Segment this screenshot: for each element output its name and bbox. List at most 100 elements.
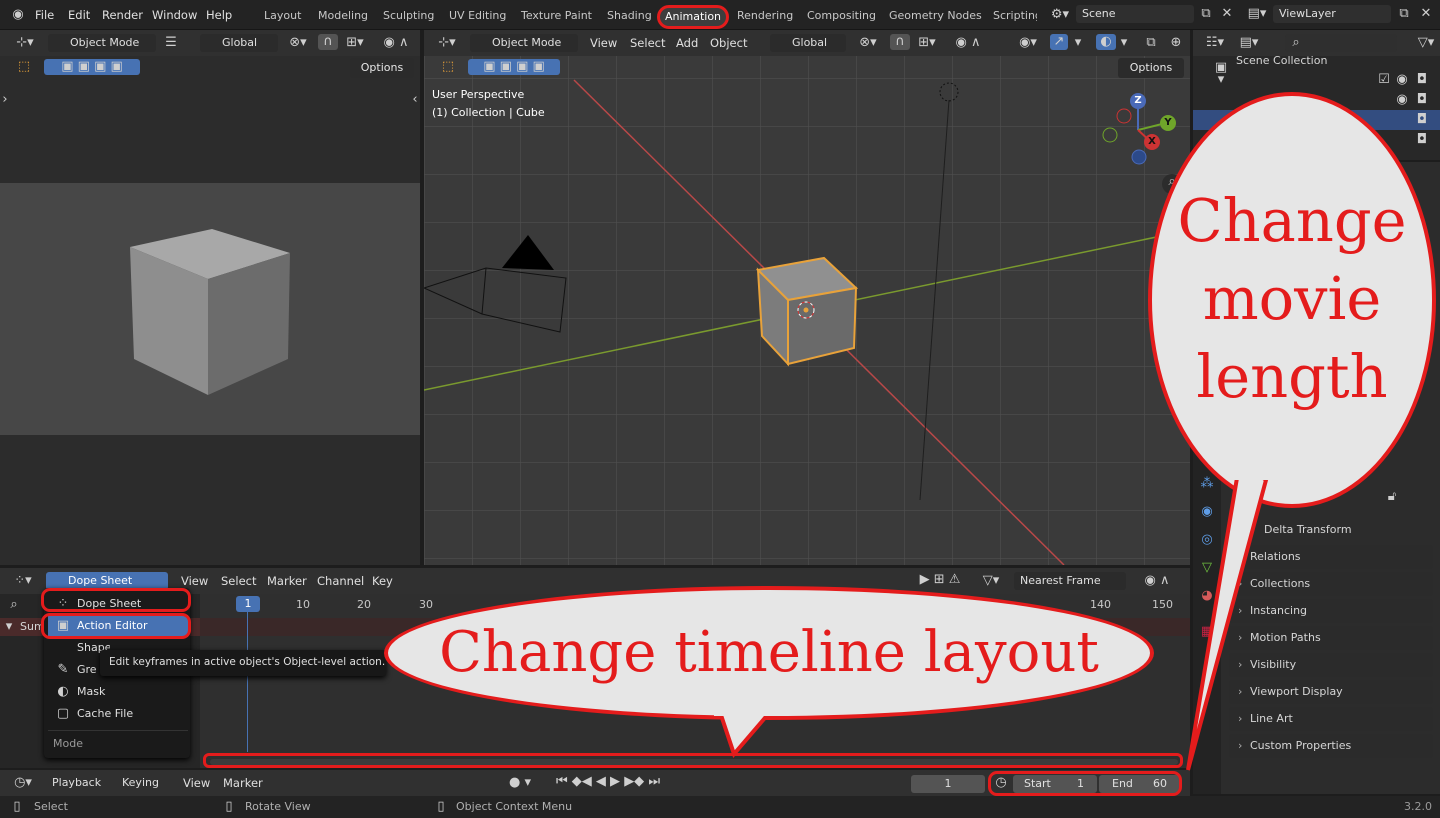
expand-toolbar-icon[interactable]: ›: [0, 92, 10, 108]
cube-render-preview: [130, 229, 290, 395]
channel-search-icon[interactable]: ⌕: [6, 597, 22, 613]
options-dropdown[interactable]: Options: [350, 58, 414, 78]
gizmo-x-axis[interactable]: X: [1144, 134, 1160, 150]
snap-mode-dropdown[interactable]: Nearest Frame: [1014, 572, 1126, 590]
dopesheet-filter-icons[interactable]: ▶ ⊞ ⚠: [912, 572, 968, 588]
timeline-menu-view[interactable]: View: [183, 775, 210, 791]
playhead-line: [247, 612, 248, 752]
hamburger-icon[interactable]: ☰: [162, 35, 180, 51]
tab-rendering[interactable]: Rendering: [737, 7, 793, 25]
tab-sculpting[interactable]: Sculpting: [383, 7, 434, 25]
dopesheet-editor-type-icon[interactable]: ⁘▾: [8, 573, 38, 589]
highlight-action-editor: [41, 613, 191, 639]
highlight-frame-range: [988, 771, 1182, 796]
callout-movie-tail: [1186, 450, 1272, 771]
dopesheet-menu-channel[interactable]: Channel: [317, 573, 364, 589]
tab-uv-editing[interactable]: UV Editing: [449, 7, 506, 25]
camera-render-icon[interactable]: ◘: [1415, 112, 1429, 128]
exclude-checkbox-icon[interactable]: ☑: [1377, 72, 1391, 88]
tab-scripting[interactable]: Scripting: [993, 7, 1037, 25]
dopesheet-menu-select[interactable]: Select: [221, 573, 256, 589]
tab-modeling[interactable]: Modeling: [318, 7, 368, 25]
callout-movie-line-1: Change: [1177, 186, 1407, 255]
tab-texture-paint[interactable]: Texture Paint: [521, 7, 592, 25]
playback-controls-icon[interactable]: ⏮ ◆◀ ◀ ▶ ▶◆ ⏭: [548, 774, 668, 790]
keying-dropdown[interactable]: Keying: [114, 774, 172, 792]
highlight-timeline-scrollbar: [203, 753, 1183, 768]
outliner-editor-type-icon[interactable]: ☷▾: [1201, 35, 1229, 51]
callout-movie-line-2: movie: [1202, 264, 1382, 333]
editor-type-icon[interactable]: ⊹▾: [10, 35, 40, 51]
scene-browse-icon[interactable]: ⚙▾: [1046, 7, 1074, 23]
select-box-icon[interactable]: ⬚: [14, 59, 34, 75]
gizmo-y-axis[interactable]: Y: [1160, 115, 1176, 131]
callout-timeline-tail: [714, 700, 776, 758]
action-editor-tooltip: Edit keyframes in active object's Object…: [100, 650, 386, 676]
menu-render[interactable]: Render: [102, 7, 143, 23]
tool-settings-row: ⬚ ▣ ▣ ▣ ▣ Options: [0, 56, 420, 80]
gizmo-z-axis[interactable]: Z: [1130, 93, 1146, 109]
timeline-menu-marker[interactable]: Marker: [223, 775, 263, 791]
object-mode-dropdown[interactable]: Object Mode: [48, 34, 156, 52]
menu-window[interactable]: Window: [152, 7, 197, 23]
menu-edit[interactable]: Edit: [68, 7, 90, 23]
outliner-row-collection[interactable]: ▾ ☑ ◉ ◘: [1193, 70, 1440, 90]
proportional-edit-icon[interactable]: ◉ ∧: [376, 35, 416, 51]
menu-file[interactable]: File: [35, 7, 54, 23]
camera-render-icon[interactable]: ◘: [1415, 132, 1429, 148]
camera-render-icon[interactable]: ◘: [1415, 72, 1429, 88]
snap-icon[interactable]: ∩: [318, 34, 338, 50]
outliner-search-icon: ⌕: [1292, 35, 1300, 50]
eye-icon[interactable]: ◉: [1395, 72, 1409, 88]
outliner-header: ☷▾ ▤▾ ⌕ ▽▾: [1193, 30, 1440, 56]
frame-tick-20: 20: [357, 598, 371, 611]
timeline-editor-type-icon[interactable]: ◷▾: [8, 775, 38, 791]
mask-icon: ◐: [57, 684, 69, 699]
dopesheet-menu-view[interactable]: View: [181, 573, 208, 589]
delete-scene-icon[interactable]: ✕: [1219, 6, 1235, 22]
status-select: Select: [34, 800, 68, 813]
camera-render-icon[interactable]: ◘: [1415, 92, 1429, 108]
dopesheet-menu-key[interactable]: Key: [372, 573, 393, 589]
dopesheet-funnel-icon[interactable]: ▽▾: [976, 573, 1006, 589]
blender-logo-icon[interactable]: ◉: [10, 7, 26, 23]
tab-compositing[interactable]: Compositing: [807, 7, 876, 25]
lock-icon[interactable]: 🔓︎: [1384, 489, 1400, 505]
menu-help[interactable]: Help: [206, 7, 232, 23]
mouse-left-icon: ▯: [13, 799, 21, 814]
snap-target-icon[interactable]: ⊞▾: [340, 35, 370, 51]
select-mode-icons[interactable]: ▣ ▣ ▣ ▣: [44, 59, 140, 75]
viewlayer-field[interactable]: ViewLayer: [1273, 5, 1391, 23]
3d-viewport[interactable]: ⊹▾ Object Mode View Select Add Object Gl…: [424, 30, 1190, 565]
camera-render-frame: [0, 183, 420, 435]
delete-viewlayer-icon[interactable]: ✕: [1418, 6, 1434, 22]
auto-keying-icon[interactable]: ● ▾: [502, 775, 538, 791]
expand-sidebar-icon[interactable]: ‹: [410, 92, 420, 108]
eye-icon[interactable]: ◉: [1395, 92, 1409, 108]
mouse-right-icon: ▯: [437, 799, 445, 814]
orientation-dropdown[interactable]: Global: [200, 34, 278, 52]
tab-animation[interactable]: Animation: [657, 5, 729, 29]
mode-menu-footer: Mode: [53, 737, 83, 750]
new-viewlayer-icon[interactable]: ⧉: [1395, 6, 1413, 22]
scene-field[interactable]: Scene: [1076, 5, 1194, 23]
new-scene-icon[interactable]: ⧉: [1197, 6, 1215, 22]
current-frame-field[interactable]: 1: [911, 775, 985, 793]
pivot-icon[interactable]: ⊗▾: [284, 35, 312, 51]
tab-geometry-nodes[interactable]: Geometry Nodes: [889, 7, 982, 25]
dopesheet-menu-marker[interactable]: Marker: [267, 573, 307, 589]
current-frame-indicator[interactable]: 1: [236, 596, 260, 612]
outliner-scene-collection[interactable]: Scene Collection: [1236, 54, 1327, 68]
highlight-dope-sheet: [41, 588, 191, 612]
outliner-filter-icon[interactable]: ▽▾: [1415, 35, 1437, 51]
status-bar: ▯ Select ▯ Rotate View ▯ Object Context …: [0, 796, 1440, 818]
grease-pencil-icon: ✎: [57, 662, 69, 677]
mouse-middle-icon: ▯: [225, 799, 233, 814]
outliner-display-mode-icon[interactable]: ▤▾: [1235, 35, 1263, 51]
tab-layout[interactable]: Layout: [264, 7, 301, 25]
playback-dropdown[interactable]: Playback: [44, 774, 112, 792]
summary-expand-icon[interactable]: ▾: [3, 619, 15, 635]
tab-shading[interactable]: Shading: [607, 7, 652, 25]
outliner-expand-icon[interactable]: ▾: [1215, 72, 1227, 88]
viewlayer-browse-icon[interactable]: ▤▾: [1243, 6, 1271, 22]
